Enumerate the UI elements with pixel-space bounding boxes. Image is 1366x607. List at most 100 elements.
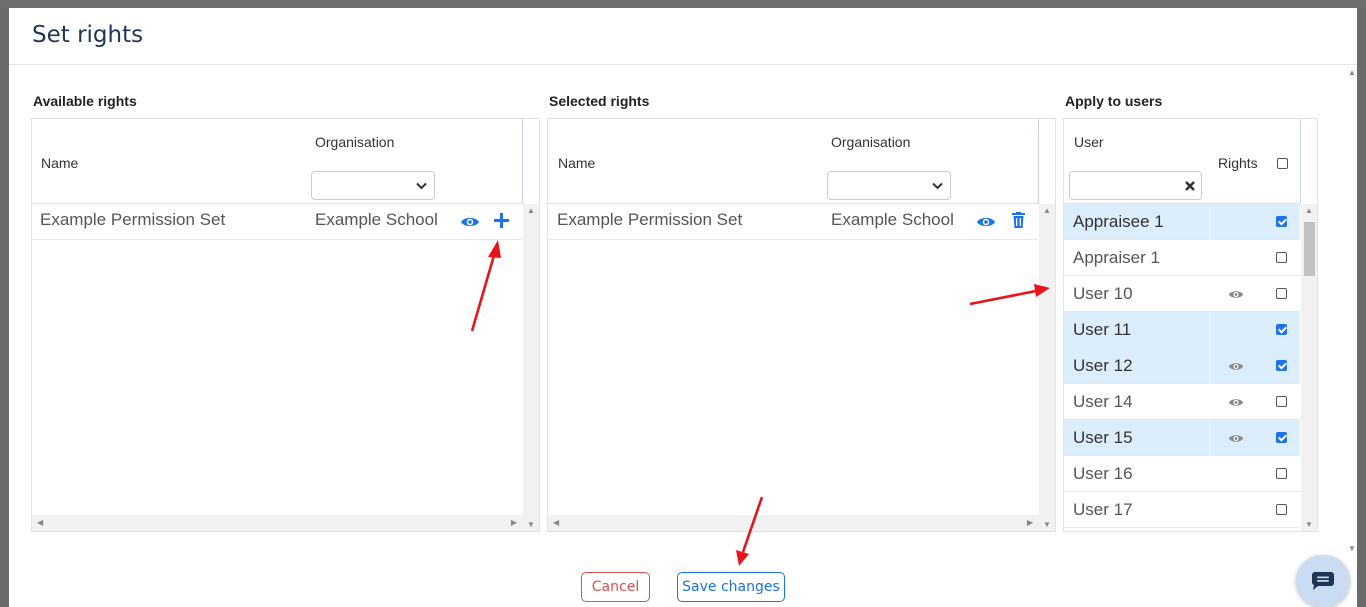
user-checkbox[interactable] [1276,252,1287,263]
user-name: User 10 [1073,284,1133,303]
scroll-right-icon[interactable]: ▶ [511,518,517,527]
chat-launcher-button[interactable] [1296,555,1350,607]
eye-icon[interactable] [976,215,996,229]
apply-to-users-label: Apply to users [1065,93,1163,109]
chat-icon [1312,572,1334,590]
horizontal-scrollbar[interactable]: ◀ ▶ [32,515,523,531]
user-checkbox[interactable] [1276,396,1287,407]
user-row[interactable]: User 11 [1064,312,1300,348]
header-divider [1300,119,1301,204]
user-name: User 15 [1073,428,1133,447]
user-checkbox[interactable] [1276,432,1287,443]
title-divider [9,64,1357,65]
user-row[interactable]: User 14 [1064,384,1300,420]
scroll-left-icon[interactable]: ◀ [553,518,559,527]
col-rights-header[interactable]: Rights [1218,155,1258,171]
horizontal-scrollbar[interactable]: ◀ ▶ [548,515,1039,531]
user-row[interactable]: User 12 [1064,348,1300,384]
header-divider [1038,119,1039,204]
user-row[interactable]: Appraisee 1 [1064,204,1300,240]
cell-divider [1209,312,1210,348]
cell-divider [1209,420,1210,456]
scrollbar-thumb[interactable] [1304,222,1315,276]
organisation-filter-select[interactable] [311,171,435,200]
selected-rights-label: Selected rights [549,93,650,109]
user-name: Appraiser 1 [1073,248,1160,267]
cell-divider [1209,240,1210,276]
organisation-filter-select[interactable] [827,171,951,200]
grid-header: Name Organisation [548,119,1038,204]
apply-users-grid: User Rights Appraisee 1 Appraiser 1 User 1… [1063,118,1318,532]
table-row[interactable]: Example Permission Set Example School [548,204,1038,240]
user-name: User 16 [1073,464,1133,483]
user-checkbox[interactable] [1276,468,1287,479]
eye-icon[interactable] [1228,433,1244,444]
user-name: Appraisee 1 [1073,212,1164,231]
eye-icon[interactable] [1228,397,1244,408]
header-divider [522,119,523,204]
vertical-scrollbar[interactable]: ▲ ▼ [1301,204,1317,531]
scroll-down-icon[interactable]: ▼ [1305,520,1313,529]
col-organisation-header[interactable]: Organisation [831,134,910,150]
eye-icon[interactable] [460,215,480,229]
grid-header: Name Organisation [32,119,522,204]
scroll-up-icon[interactable]: ▲ [1348,68,1356,77]
chevron-down-icon [416,182,427,190]
user-search-input[interactable] [1069,171,1202,200]
row-name: Example Permission Set [40,210,226,229]
user-name: User 17 [1073,500,1133,519]
user-row[interactable]: Appraiser 1 [1064,240,1300,276]
eye-icon[interactable] [1228,361,1244,372]
available-rights-label: Available rights [33,93,137,109]
vertical-scrollbar[interactable]: ▲ ▼ [1039,204,1055,531]
row-organisation: Example School [831,210,954,229]
user-checkbox[interactable] [1276,504,1287,515]
user-name: User 12 [1073,356,1133,375]
user-checkbox[interactable] [1276,216,1287,227]
cell-divider [1209,384,1210,420]
chevron-down-icon [932,182,943,190]
scroll-down-icon[interactable]: ▼ [1043,520,1051,529]
user-row[interactable]: User 15 [1064,420,1300,456]
scroll-left-icon[interactable]: ◀ [37,518,43,527]
save-changes-button[interactable]: Save changes [677,572,785,602]
add-icon[interactable] [494,213,509,228]
scroll-up-icon[interactable]: ▲ [1305,206,1313,215]
user-row[interactable]: User 16 [1064,456,1300,492]
selected-rights-grid: Name Organisation Example Permission Set… [547,118,1056,532]
scroll-up-icon[interactable]: ▲ [527,206,535,215]
backdrop [0,0,1366,8]
col-name-header[interactable]: Name [558,155,595,171]
trash-icon[interactable] [1012,212,1025,228]
set-rights-dialog: Set rights Available rights Name Organis… [9,8,1357,607]
cell-divider [1209,492,1210,528]
cell-divider [1209,276,1210,312]
table-row[interactable]: Example Permission Set Example School [32,204,522,240]
scroll-down-icon[interactable]: ▼ [527,520,535,529]
dialog-title: Set rights [32,22,144,48]
dialog-scrollbar[interactable]: ▲ ▼ [1347,65,1357,555]
row-organisation: Example School [315,210,438,229]
scroll-down-icon[interactable]: ▼ [1348,544,1356,553]
col-user-header[interactable]: User [1074,134,1104,150]
clear-icon[interactable] [1185,181,1195,191]
cell-divider [1209,204,1210,240]
col-name-header[interactable]: Name [41,155,78,171]
cell-divider [1209,348,1210,384]
user-checkbox[interactable] [1276,324,1287,335]
scroll-right-icon[interactable]: ▶ [1027,518,1033,527]
cell-divider [1209,456,1210,492]
eye-icon[interactable] [1228,289,1244,300]
scroll-up-icon[interactable]: ▲ [1043,206,1051,215]
user-checkbox[interactable] [1276,360,1287,371]
row-name: Example Permission Set [557,210,743,229]
col-organisation-header[interactable]: Organisation [315,134,394,150]
cancel-button[interactable]: Cancel [581,572,650,602]
user-name: User 11 [1073,320,1132,339]
user-name: User 14 [1073,392,1133,411]
user-row[interactable]: User 10 [1064,276,1300,312]
user-checkbox[interactable] [1276,288,1287,299]
vertical-scrollbar[interactable]: ▲ ▼ [523,204,539,531]
select-all-checkbox[interactable] [1277,158,1288,169]
user-row[interactable]: User 17 [1064,492,1300,528]
